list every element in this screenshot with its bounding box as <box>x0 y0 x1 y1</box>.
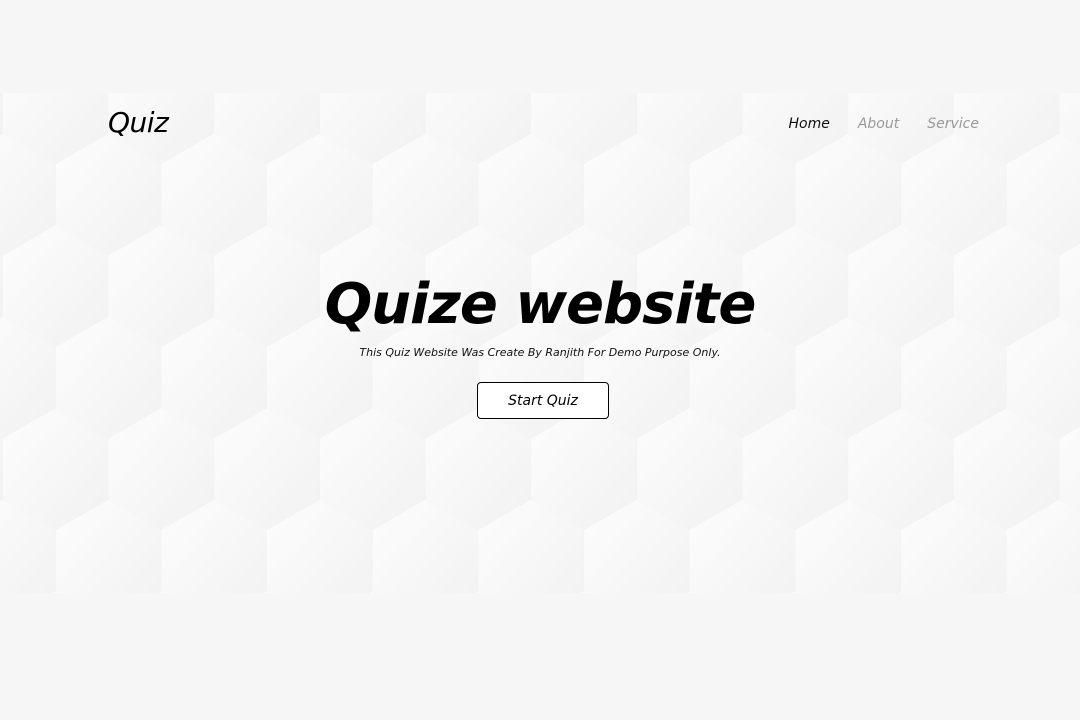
hero-section <box>0 93 1080 593</box>
nav-link-home[interactable]: Home <box>789 114 830 134</box>
site-logo[interactable]: Quiz <box>108 107 169 139</box>
page: Quiz Home About Service Quize website Th… <box>0 0 1080 720</box>
start-quiz-button[interactable]: Start Quiz <box>477 382 609 419</box>
hero-title: Quize website <box>324 272 757 337</box>
hexagon-pattern-background <box>0 93 1080 593</box>
hero-subtitle: This Quiz Website Was Create By Ranjith … <box>359 346 721 359</box>
nav-link-about[interactable]: About <box>858 114 899 134</box>
main-nav: Home About Service <box>789 114 980 134</box>
nav-link-service[interactable]: Service <box>927 114 979 134</box>
